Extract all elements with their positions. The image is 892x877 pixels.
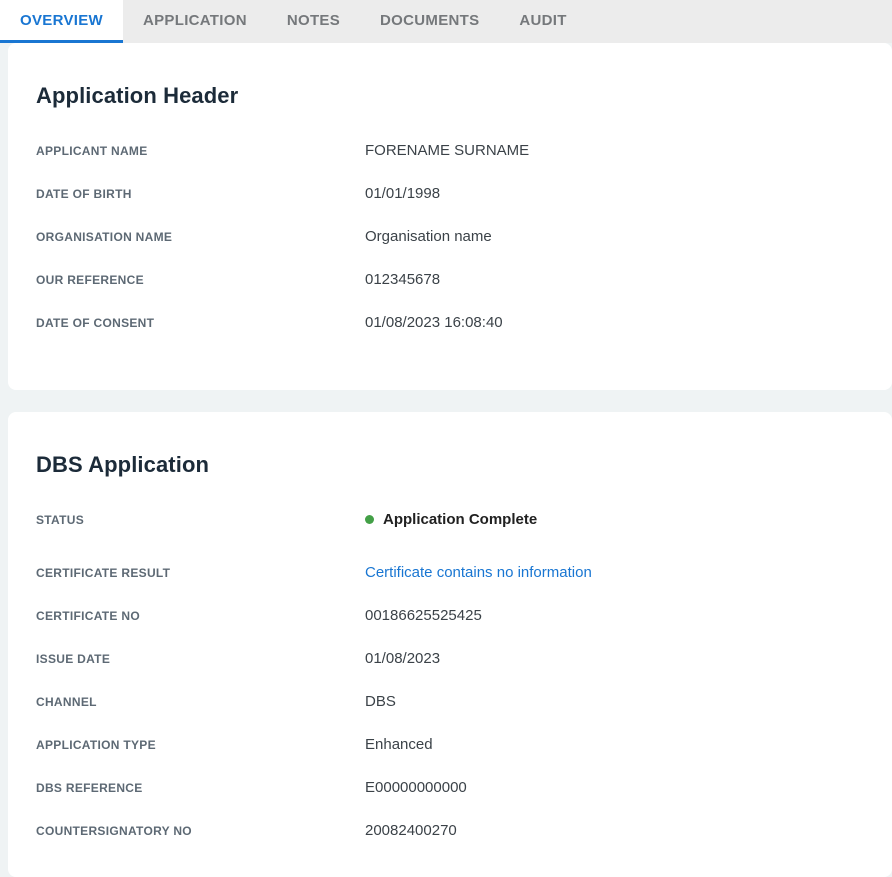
field-value-issue-date: 01/08/2023 bbox=[365, 650, 440, 667]
card-dbs-application: DBS Application STATUS Application Compl… bbox=[8, 412, 892, 877]
field-label-date-of-consent: DATE OF CONSENT bbox=[36, 316, 365, 330]
field-row-dbs-reference: DBS REFERENCE E00000000000 bbox=[36, 766, 864, 809]
field-row-issue-date: ISSUE DATE 01/08/2023 bbox=[36, 637, 864, 680]
tab-overview[interactable]: OVERVIEW bbox=[0, 0, 123, 43]
field-value-channel: DBS bbox=[365, 693, 396, 710]
field-value-dbs-reference: E00000000000 bbox=[365, 779, 467, 796]
field-label-issue-date: ISSUE DATE bbox=[36, 652, 365, 666]
field-label-status: STATUS bbox=[36, 513, 365, 527]
field-value-date-of-consent: 01/08/2023 16:08:40 bbox=[365, 314, 503, 331]
field-row-organisation-name: ORGANISATION NAME Organisation name bbox=[36, 215, 864, 258]
field-value-applicant-name: FORENAME SURNAME bbox=[365, 142, 529, 159]
field-value-application-type: Enhanced bbox=[365, 736, 433, 753]
card-fields: STATUS Application Complete CERTIFICATE … bbox=[36, 498, 864, 852]
field-label-application-type: APPLICATION TYPE bbox=[36, 738, 365, 752]
tab-label: AUDIT bbox=[519, 12, 566, 29]
field-row-certificate-result: CERTIFICATE RESULT Certificate contains … bbox=[36, 551, 864, 594]
card-application-header: Application Header APPLICANT NAME FORENA… bbox=[8, 43, 892, 390]
tab-bar: OVERVIEW APPLICATION NOTES DOCUMENTS AUD… bbox=[0, 0, 892, 43]
tab-label: APPLICATION bbox=[143, 12, 247, 29]
tab-application[interactable]: APPLICATION bbox=[123, 0, 267, 43]
field-row-date-of-birth: DATE OF BIRTH 01/01/1998 bbox=[36, 172, 864, 215]
field-label-date-of-birth: DATE OF BIRTH bbox=[36, 187, 365, 201]
field-value-our-reference: 012345678 bbox=[365, 271, 440, 288]
application-header-title: Application Header bbox=[36, 43, 864, 111]
field-label-certificate-result: CERTIFICATE RESULT bbox=[36, 566, 365, 580]
field-label-channel: CHANNEL bbox=[36, 695, 365, 709]
tab-audit[interactable]: AUDIT bbox=[499, 0, 586, 43]
field-label-our-reference: OUR REFERENCE bbox=[36, 273, 365, 287]
field-row-certificate-no: CERTIFICATE NO 00186625525425 bbox=[36, 594, 864, 637]
tab-notes[interactable]: NOTES bbox=[267, 0, 360, 43]
field-label-organisation-name: ORGANISATION NAME bbox=[36, 230, 365, 244]
tab-documents[interactable]: DOCUMENTS bbox=[360, 0, 499, 43]
status-dot-icon bbox=[365, 515, 374, 524]
field-label-countersignatory-no: COUNTERSIGNATORY NO bbox=[36, 824, 365, 838]
field-row-our-reference: OUR REFERENCE 012345678 bbox=[36, 258, 864, 301]
tab-label: DOCUMENTS bbox=[380, 12, 479, 29]
field-row-date-of-consent: DATE OF CONSENT 01/08/2023 16:08:40 bbox=[36, 301, 864, 344]
field-label-certificate-no: CERTIFICATE NO bbox=[36, 609, 365, 623]
certificate-result-link[interactable]: Certificate contains no information bbox=[365, 564, 592, 581]
dbs-application-title: DBS Application bbox=[36, 412, 864, 480]
card-fields: APPLICANT NAME FORENAME SURNAME DATE OF … bbox=[36, 129, 864, 344]
field-row-countersignatory-no: COUNTERSIGNATORY NO 20082400270 bbox=[36, 809, 864, 852]
field-row-channel: CHANNEL DBS bbox=[36, 680, 864, 723]
field-row-application-type: APPLICATION TYPE Enhanced bbox=[36, 723, 864, 766]
overview-panel: Application Header APPLICANT NAME FORENA… bbox=[0, 43, 892, 877]
field-value-date-of-birth: 01/01/1998 bbox=[365, 185, 440, 202]
field-label-applicant-name: APPLICANT NAME bbox=[36, 144, 365, 158]
tab-label: NOTES bbox=[287, 12, 340, 29]
field-value-certificate-no: 00186625525425 bbox=[365, 607, 482, 624]
field-value-countersignatory-no: 20082400270 bbox=[365, 822, 457, 839]
field-label-dbs-reference: DBS REFERENCE bbox=[36, 781, 365, 795]
tab-label: OVERVIEW bbox=[20, 12, 103, 29]
field-row-applicant-name: APPLICANT NAME FORENAME SURNAME bbox=[36, 129, 864, 172]
status-text: Application Complete bbox=[383, 511, 537, 528]
field-row-status: STATUS Application Complete bbox=[36, 498, 864, 541]
field-value-status: Application Complete bbox=[365, 511, 537, 528]
field-value-organisation-name: Organisation name bbox=[365, 228, 492, 245]
